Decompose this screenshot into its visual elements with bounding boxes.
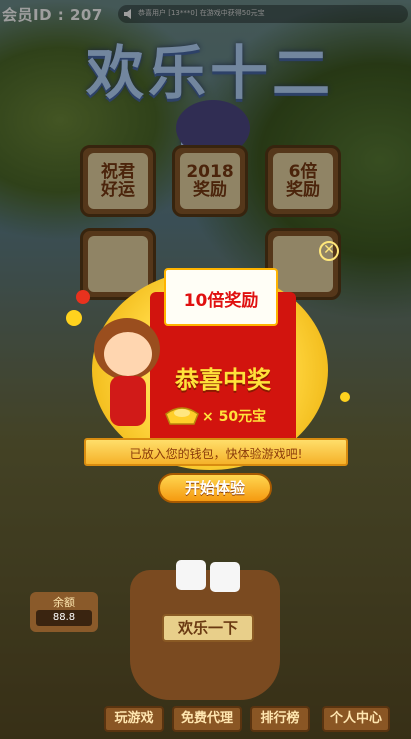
confetti-icon	[76, 290, 90, 304]
dice-icon	[210, 562, 240, 592]
stage-sign[interactable]: 欢乐一下	[162, 614, 254, 642]
congrats-heading: 恭喜中奖	[175, 366, 271, 394]
nav-free-agent[interactable]: 免费代理	[172, 706, 242, 732]
nav-play-game[interactable]: 玩游戏	[104, 706, 164, 732]
girl-character-body	[110, 376, 146, 426]
start-button[interactable]: 开始体验	[158, 473, 272, 503]
confetti-icon	[66, 310, 82, 326]
nav-profile[interactable]: 个人中心	[322, 706, 390, 732]
message-ribbon: 已放入您的钱包，快体验游戏吧!	[84, 438, 348, 466]
girl-character-face	[104, 332, 152, 376]
confetti-icon	[340, 392, 350, 402]
nav-leaderboard[interactable]: 排行榜	[250, 706, 310, 732]
balance-panel: 余额 88.8	[30, 592, 98, 632]
popup-message: 已放入您的钱包，快体验游戏吧!	[129, 447, 303, 461]
reward-amount: × 50元宝	[202, 409, 267, 425]
close-icon[interactable]: ✕	[319, 241, 339, 261]
reward-card: 10倍奖励	[164, 268, 278, 326]
balance-value: 88.8	[36, 610, 92, 626]
dice-icon	[176, 560, 206, 590]
balance-label: 余额	[53, 596, 75, 609]
reward-multiplier: 10倍奖励	[183, 291, 259, 311]
gold-ingot-icon	[165, 407, 199, 425]
